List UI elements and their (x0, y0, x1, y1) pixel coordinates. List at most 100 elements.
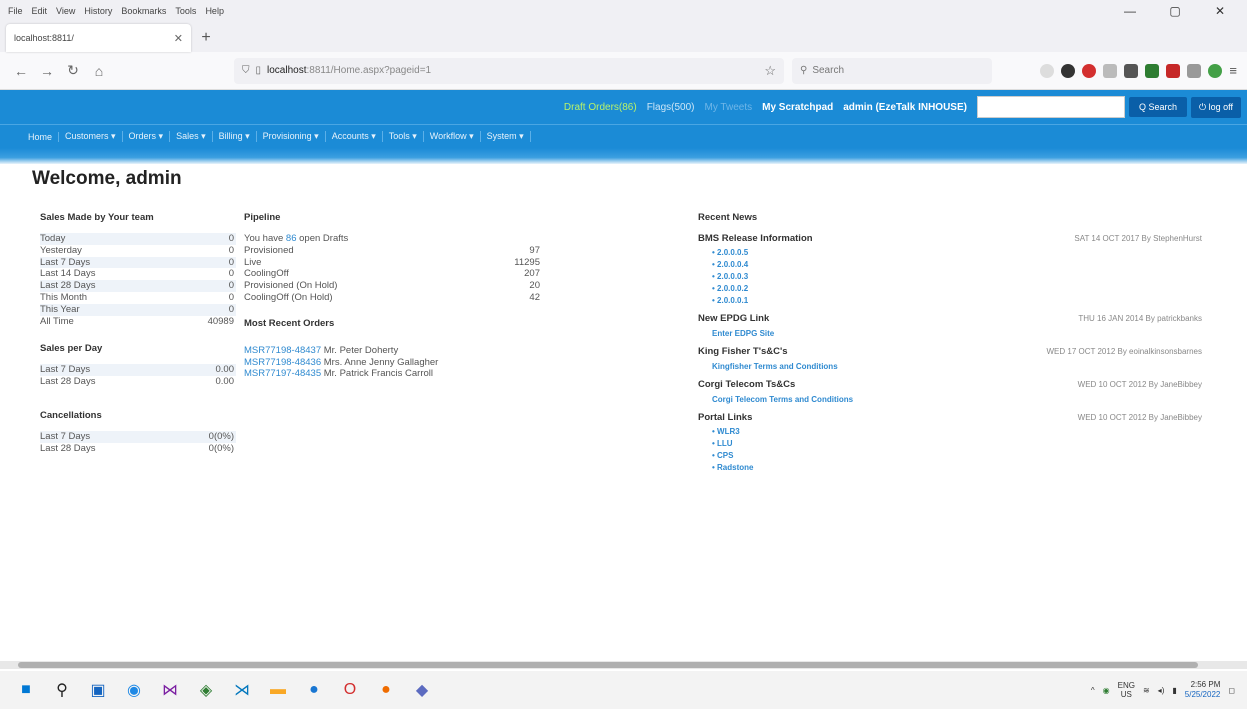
menu-view[interactable]: View (56, 6, 75, 16)
portal-link[interactable]: Radstone (712, 462, 1202, 474)
shield-icon[interactable]: ⛉ (242, 65, 250, 76)
log-off-button[interactable]: ⏻ log off (1191, 96, 1241, 118)
reload-icon[interactable]: ↻ (62, 62, 84, 79)
horizontal-scrollbar[interactable] (0, 661, 1247, 669)
extension-icon[interactable] (1061, 63, 1076, 78)
windows-start-icon[interactable]: ■ (14, 678, 38, 702)
chrome-icon[interactable]: ● (302, 678, 326, 702)
extension-icon[interactable] (1208, 63, 1223, 78)
new-tab-icon[interactable]: + (191, 24, 221, 52)
extension-icon[interactable] (1124, 63, 1139, 78)
search-button[interactable]: Q Search (1128, 97, 1188, 117)
notifications-icon[interactable]: ◻ (1228, 686, 1235, 695)
app-header: Draft Orders(86) Flags(500) My Tweets My… (0, 90, 1247, 124)
menu-tools[interactable]: Tools (175, 6, 196, 16)
news-title: BMS Release Information (698, 233, 813, 244)
my-scratchpad-link[interactable]: My Scratchpad (762, 102, 833, 113)
news-link[interactable]: Corgi Telecom Terms and Conditions (698, 393, 1202, 407)
portal-link[interactable]: WLR3 (712, 426, 1202, 438)
release-link[interactable]: 2.0.0.0.5 (712, 247, 1202, 259)
browser-search-input[interactable]: ⚲ Search (792, 57, 992, 84)
open-drafts-line: You have 86 open Drafts (244, 233, 544, 245)
menu-edit[interactable]: Edit (32, 6, 48, 16)
battery-icon[interactable]: ▮ (1172, 686, 1176, 695)
extension-icon[interactable] (1187, 63, 1202, 78)
nav-sales[interactable]: Sales ▾ (170, 131, 213, 142)
task-view-icon[interactable]: ▣ (86, 678, 110, 702)
news-link[interactable]: Kingfisher Terms and Conditions (698, 360, 1202, 374)
tab-strip: localhost:8811/ ✕ + (0, 22, 1247, 52)
user-link[interactable]: admin (EzeTalk INHOUSE) (843, 102, 967, 113)
app-search-input[interactable] (976, 96, 1125, 118)
opera-icon[interactable]: O (338, 678, 362, 702)
menu-icon[interactable]: ≡ (1229, 63, 1237, 78)
file-explorer-icon[interactable]: ▬ (266, 678, 290, 702)
portal-link[interactable]: LLU (712, 438, 1202, 450)
library-icon[interactable] (1103, 63, 1118, 78)
clock[interactable]: 2:56 PM 5/25/2022 (1185, 680, 1221, 700)
stat-label: Today (40, 233, 66, 244)
draft-orders-link[interactable]: Draft Orders(86) (564, 102, 637, 113)
close-tab-icon[interactable]: ✕ (174, 32, 183, 45)
nav-home[interactable]: Home (22, 131, 60, 142)
nav-provisioning[interactable]: Provisioning ▾ (257, 131, 326, 142)
close-window-button[interactable]: ✕ (1202, 4, 1238, 18)
menu-history[interactable]: History (84, 6, 112, 16)
app-icon[interactable]: ◆ (410, 678, 434, 702)
nav-accounts[interactable]: Accounts ▾ (326, 131, 383, 142)
extension-icon[interactable] (1166, 63, 1181, 78)
extension-toolbar: ≡ (1040, 63, 1237, 78)
wifi-icon[interactable]: ≋ (1143, 686, 1150, 695)
forward-icon[interactable]: → (36, 63, 58, 79)
news-link[interactable]: Enter EDPG Site (698, 327, 1202, 341)
nav-tools[interactable]: Tools ▾ (383, 131, 424, 142)
menu-file[interactable]: File (8, 6, 23, 16)
visual-studio-icon[interactable]: ⋈ (158, 678, 182, 702)
security-icon[interactable]: ◉ (1103, 686, 1110, 695)
drafts-suffix: open Drafts (299, 233, 349, 244)
nav-workflow[interactable]: Workflow ▾ (424, 131, 481, 142)
scrollbar-thumb[interactable] (18, 662, 1198, 668)
order-link[interactable]: MSR77197-48435 (244, 368, 321, 379)
nav-customers[interactable]: Customers ▾ (59, 131, 123, 142)
pocket-icon[interactable] (1040, 63, 1055, 78)
release-link[interactable]: 2.0.0.0.4 (712, 259, 1202, 271)
menu-bookmarks[interactable]: Bookmarks (121, 6, 166, 16)
pipeline-value: 20 (529, 280, 540, 292)
flags-link[interactable]: Flags(500) (647, 102, 695, 113)
firefox-icon[interactable]: ● (374, 678, 398, 702)
home-icon[interactable]: ⌂ (88, 63, 110, 79)
url-bar[interactable]: ⛉ ▯ localhost :8811/Home.aspx?pageid=1 ☆ (234, 57, 784, 84)
chevron-up-icon[interactable]: ^ (1091, 686, 1095, 695)
pipeline-value: 207 (524, 268, 540, 280)
volume-icon[interactable]: ◂) (1158, 686, 1165, 695)
order-row: MSR77198-48436 Mrs. Anne Jenny Gallagher (244, 357, 544, 369)
extension-icon[interactable] (1145, 63, 1160, 78)
pipeline-column: Pipeline You have 86 open Drafts Provisi… (244, 212, 544, 380)
release-link[interactable]: 2.0.0.0.2 (712, 283, 1202, 295)
edge-icon[interactable]: ◉ (122, 678, 146, 702)
order-row: MSR77197-48435 Mr. Patrick Francis Carro… (244, 368, 544, 380)
search-icon[interactable]: ⚲ (50, 678, 74, 702)
my-tweets-link[interactable]: My Tweets (705, 102, 753, 113)
release-link[interactable]: 2.0.0.0.1 (712, 295, 1202, 307)
bookmark-star-icon[interactable]: ☆ (764, 63, 776, 79)
drafts-count-link[interactable]: 86 (286, 233, 297, 244)
stat-value: 0.00 (215, 376, 235, 388)
maximize-button[interactable]: ▢ (1157, 4, 1193, 18)
menu-help[interactable]: Help (205, 6, 224, 16)
release-link[interactable]: 2.0.0.0.3 (712, 271, 1202, 283)
vscode-icon[interactable]: ⋊ (230, 678, 254, 702)
nav-billing[interactable]: Billing ▾ (213, 131, 257, 142)
minimize-button[interactable]: — (1112, 4, 1148, 18)
adblock-icon[interactable] (1082, 63, 1097, 78)
nav-orders[interactable]: Orders ▾ (123, 131, 171, 142)
app-icon[interactable]: ◈ (194, 678, 218, 702)
nav-system[interactable]: System ▾ (481, 131, 531, 142)
back-icon[interactable]: ← (10, 63, 32, 79)
order-link[interactable]: MSR77198-48437 (244, 345, 321, 356)
portal-link[interactable]: CPS (712, 450, 1202, 462)
language-indicator[interactable]: ENG US (1118, 681, 1135, 699)
browser-tab[interactable]: localhost:8811/ ✕ (6, 24, 191, 52)
order-link[interactable]: MSR77198-48436 (244, 357, 321, 368)
